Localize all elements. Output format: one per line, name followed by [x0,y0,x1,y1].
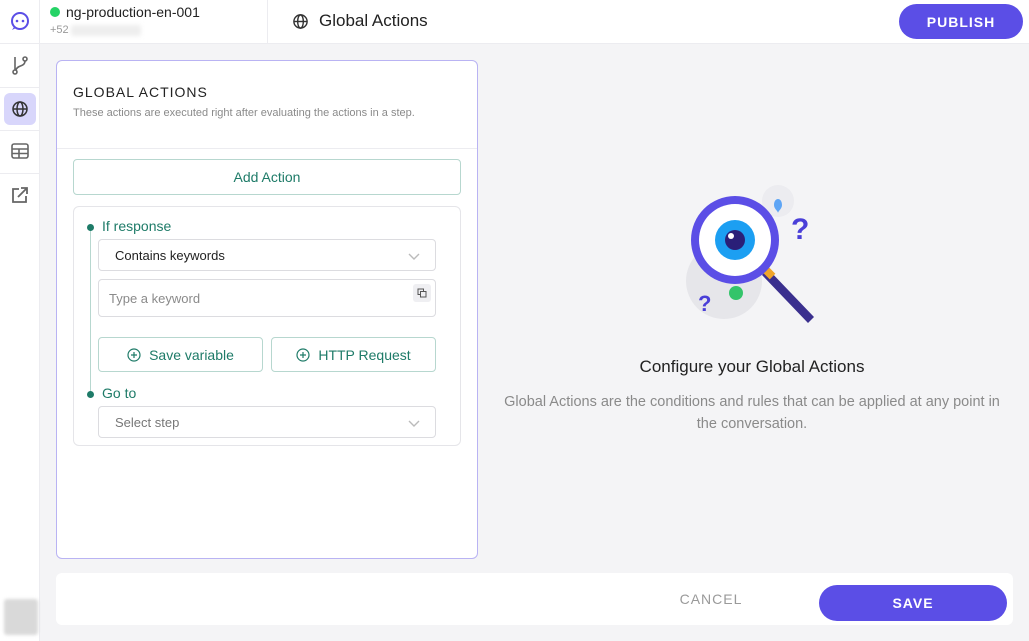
save-variable-label: Save variable [149,346,234,363]
plus-circle-icon [127,347,141,362]
empty-state-description: Global Actions are the conditions and ru… [504,394,1000,432]
condition-value: Contains keywords [115,247,225,263]
publish-button[interactable]: PUBLISH [899,4,1023,39]
user-avatar[interactable] [4,599,38,635]
footer-bar: CANCEL SAVE [56,573,1013,625]
svg-text:?: ? [698,291,711,316]
top-bar: ng-production-en-001 +52 Global Actions … [40,0,1029,44]
whatsapp-icon [50,7,60,17]
panel-title: GLOBAL ACTIONS [73,84,208,100]
save-button[interactable]: SAVE [819,585,1007,621]
step-placeholder: Select step [115,414,180,430]
globe-icon [293,13,308,29]
timeline-dot [87,391,94,398]
chevron-down-icon [408,253,420,260]
keyword-field [98,279,436,317]
timeline-dot [87,224,94,231]
bot-info[interactable]: ng-production-en-001 +52 [50,4,268,36]
page-title-text: Global Actions [319,11,428,30]
action-rule: If response Contains keywords Save varia… [73,206,461,446]
cancel-button[interactable]: CANCEL [666,587,756,611]
add-action-button[interactable]: Add Action [73,159,461,195]
copy-icon[interactable] [413,284,431,302]
goto-label: Go to [102,385,137,401]
global-actions-panel: GLOBAL ACTIONS These actions are execute… [56,60,478,559]
keyword-input[interactable] [99,280,399,316]
bot-name: ng-production-en-001 [66,4,200,20]
chevron-down-icon [408,420,420,427]
flow-branch-icon[interactable] [4,49,36,81]
http-request-button[interactable]: HTTP Request [271,337,436,372]
bot-phone: +52 [50,24,69,36]
bot-logo-icon[interactable] [4,5,36,37]
external-link-icon[interactable] [4,179,36,211]
timeline-line [90,227,91,395]
table-icon[interactable] [4,135,36,167]
step-select[interactable]: Select step [98,406,436,438]
svg-text:?: ? [791,213,809,246]
save-variable-button[interactable]: Save variable [98,337,263,372]
empty-state-title: Configure your Global Actions [639,357,865,376]
http-request-label: HTTP Request [318,346,411,363]
left-sidebar [0,0,40,641]
plus-circle-icon [296,347,310,362]
page-title: Global Actions [292,11,428,31]
if-response-label: If response [102,218,172,234]
panel-subtitle: These actions are executed right after e… [73,107,415,119]
magnifier-illustration: ? ? [686,185,814,323]
redacted-phone [70,24,141,36]
globe-icon[interactable] [4,93,36,125]
condition-select[interactable]: Contains keywords [98,239,436,271]
